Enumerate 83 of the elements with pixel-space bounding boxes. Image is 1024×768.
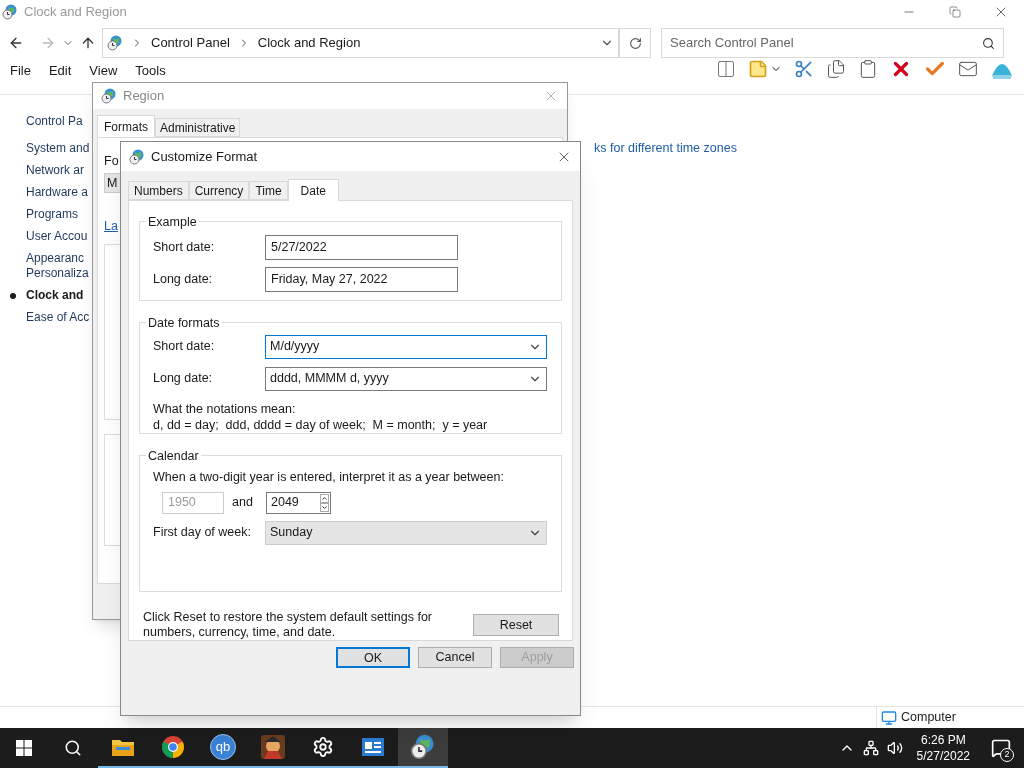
pane-icon[interactable] — [716, 59, 736, 79]
nav-link[interactable]: Clock and — [26, 288, 84, 303]
settings-icon[interactable] — [312, 736, 334, 758]
menu-item[interactable]: Tools — [135, 61, 166, 81]
field-label: Long date: — [153, 271, 214, 289]
app-icon — [101, 88, 117, 104]
windows-start-icon[interactable] — [16, 740, 32, 756]
window-title: Clock and Region — [24, 3, 127, 22]
spin-down-icon[interactable] — [320, 502, 329, 512]
nav-link[interactable]: Hardware a — [26, 185, 89, 200]
game-icon[interactable] — [260, 734, 286, 760]
volume-icon[interactable] — [886, 740, 903, 756]
menu-item[interactable]: Edit — [48, 61, 72, 81]
field-label: Long date: — [153, 370, 214, 388]
up-button[interactable] — [80, 35, 96, 51]
chrome-icon[interactable] — [161, 735, 185, 759]
nav-link[interactable]: User Accou — [26, 229, 88, 244]
output-field: Friday, May 27, 2022 — [265, 267, 458, 292]
clock-date[interactable]: 5/27/2022 — [916, 748, 970, 764]
search-icon — [982, 36, 995, 50]
nav-link[interactable]: System and — [26, 141, 90, 156]
tab[interactable]: Administrative — [155, 118, 241, 137]
reset-button[interactable]: Reset — [473, 614, 559, 636]
tab[interactable]: Time — [249, 181, 288, 200]
notation-heading: What the notations mean: — [153, 400, 297, 417]
clock-time[interactable]: 6:26 PM — [920, 732, 966, 748]
tab[interactable]: Numbers — [128, 181, 189, 200]
spin-up-icon[interactable] — [320, 493, 329, 503]
envelope-icon[interactable] — [958, 59, 978, 79]
dropdown[interactable]: M/d/yyyy — [265, 334, 547, 359]
spin-field[interactable]: 2049 — [266, 491, 331, 514]
tab[interactable]: Date — [287, 179, 339, 201]
location-icon — [107, 35, 123, 51]
nav-link[interactable]: Ease of Acc — [26, 310, 90, 325]
dialog-button[interactable]: OK — [336, 647, 410, 668]
qb-icon[interactable]: qb — [210, 734, 236, 760]
cut-icon[interactable] — [794, 59, 814, 79]
output-field: 5/27/2022 — [265, 235, 458, 260]
paste-icon[interactable] — [858, 59, 878, 79]
dialog-title: Customize Format — [151, 147, 258, 166]
field-label: and — [232, 494, 254, 512]
back-button[interactable] — [8, 35, 24, 51]
globe-clock-icon[interactable] — [410, 734, 436, 760]
dropdown[interactable]: dddd, MMMM d, yyyy — [265, 366, 547, 391]
breadcrumb-item[interactable]: Clock and Region — [257, 33, 361, 53]
taskbar-button[interactable]: qb — [198, 728, 248, 768]
field-label: Short date: — [153, 239, 216, 257]
link[interactable]: La — [104, 216, 118, 236]
network-icon[interactable] — [862, 740, 879, 756]
menu-item[interactable]: View — [89, 61, 118, 81]
field-label: Fo — [104, 153, 119, 170]
bullet-icon — [10, 293, 16, 299]
copy-icon[interactable] — [826, 59, 846, 79]
menu-item[interactable]: File — [10, 61, 31, 81]
news-icon[interactable] — [361, 737, 385, 757]
nav-link[interactable]: Network ar — [26, 163, 84, 178]
nav-link[interactable]: Programs — [26, 207, 78, 222]
field-label: First day of week: — [153, 524, 252, 542]
tab[interactable]: Formats — [97, 115, 155, 137]
address-bar[interactable]: Control Panel Clock and Region — [102, 28, 619, 58]
field-label: Short date: — [153, 338, 216, 356]
dropdown[interactable]: Sunday — [265, 520, 547, 545]
notation-text: d, dd = day; ddd, dddd = day of week; M = month; y = year — [153, 416, 489, 433]
app-icon — [129, 148, 145, 165]
search-field[interactable]: Search Control Panel — [661, 28, 1004, 58]
link[interactable]: ks for different time zones — [594, 141, 737, 155]
tab[interactable]: Currency — [188, 181, 250, 200]
dialog-title: Region — [123, 87, 165, 106]
refresh-icon[interactable] — [628, 36, 642, 50]
folder-icon[interactable] — [111, 737, 135, 757]
notification-icon[interactable] — [991, 738, 1011, 758]
reset-description: Click Reset to restore the system default settings for numbers, currency, time, and date. — [143, 610, 433, 640]
nav-link[interactable]: Control Pa — [26, 114, 83, 129]
monitor-icon — [881, 709, 897, 726]
nav-link[interactable]: Appearanc Personaliza — [26, 251, 89, 281]
search-icon[interactable] — [64, 739, 82, 757]
breadcrumb-item[interactable]: Control Panel — [151, 33, 230, 53]
restore-icon[interactable] — [949, 6, 961, 18]
app-icon — [2, 4, 18, 20]
calendar-prompt: When a two-digit year is entered, interpret it as a year between: — [153, 468, 505, 486]
notification-badge: 2 — [1000, 748, 1014, 762]
taskbar-button[interactable] — [398, 728, 448, 768]
dialog-button[interactable]: Cancel — [418, 647, 492, 668]
